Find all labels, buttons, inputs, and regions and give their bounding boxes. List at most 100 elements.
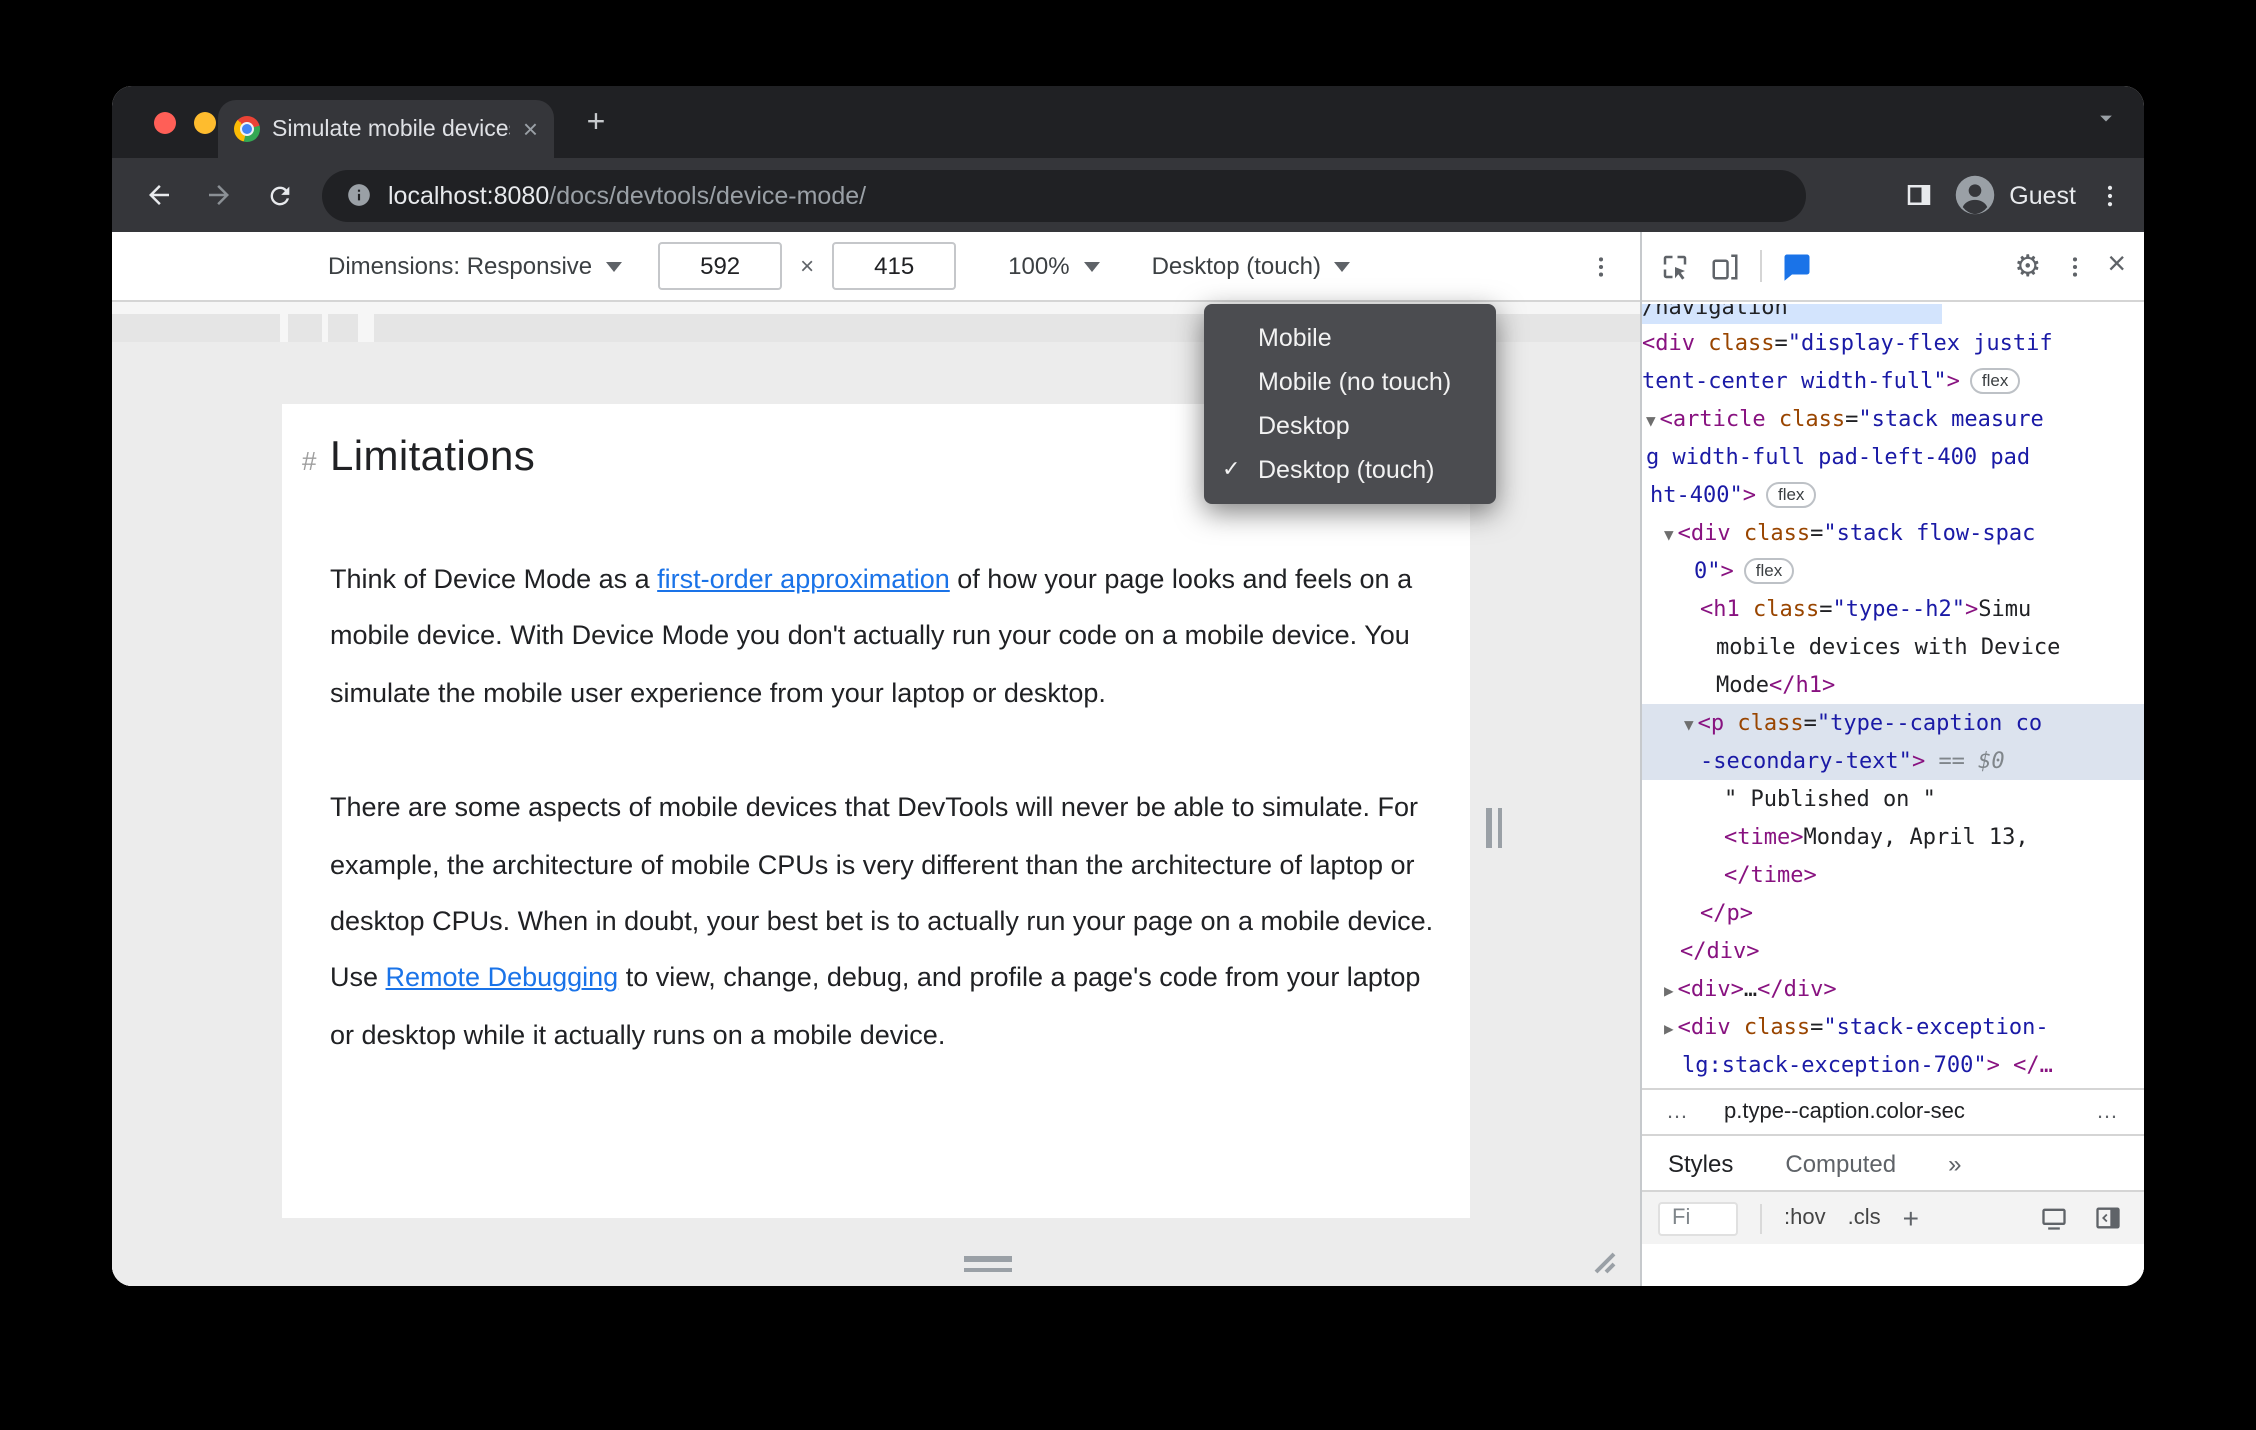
viewport-resize-handle-right[interactable] [1486,808,1502,848]
element-classes-button[interactable]: .cls [1848,1206,1881,1230]
minimize-window-button[interactable] [194,112,216,134]
height-input[interactable] [832,242,957,290]
dom-tree-line[interactable]: <time>Monday, April 13, [1642,818,2144,856]
console-messages-icon[interactable] [1782,251,1812,281]
device-toolbar-toggle-icon[interactable] [1710,251,1740,281]
sidebar-tabs: Styles Computed » [1642,1134,2144,1190]
more-tabs-icon[interactable]: » [1948,1149,1961,1177]
menu-item-mobile-no-touch-[interactable]: Mobile (no touch) [1204,360,1496,404]
dom-tree-line[interactable]: </time> [1642,856,2144,894]
devtools-pane: ⚙ × /navigation <div class="display-flex … [1640,232,2144,1286]
reload-icon[interactable] [252,168,306,222]
code-token: = [1810,520,1824,546]
dimensions-dropdown[interactable]: Dimensions: Responsive [328,252,623,280]
dom-tree-line[interactable]: " Published on " [1642,780,2144,818]
viewport-resize-handle-bottom[interactable] [964,1256,1012,1272]
inspect-element-icon[interactable] [1660,251,1690,281]
breadcrumb-overflow-left[interactable]: … [1666,1100,1690,1124]
avatar-icon [1953,174,1995,216]
menu-item-label: Mobile (no touch) [1258,368,1452,396]
dom-tree-line[interactable]: ▶ <div class="stack-exception- [1642,1008,2144,1046]
devtools-close-icon[interactable]: × [2107,249,2126,282]
dom-tree-line[interactable]: </p> [1642,894,2144,932]
device-type-dropdown[interactable]: Desktop (touch) [1152,252,1351,280]
remote-debugging-link[interactable]: Remote Debugging [386,963,619,993]
dom-tree-line[interactable]: /navigation [1642,304,1942,324]
code-token: ▶ [1664,1020,1674,1038]
browser-menu-icon[interactable] [2096,181,2124,209]
dom-tree-line[interactable]: <div class="display-flex justif [1642,324,2144,362]
code-token: = [1774,330,1788,356]
code-token: "type--h2" [1832,596,1965,622]
device-type-menu: Mobile Mobile (no touch) Desktop ✓ Desktop (… [1204,304,1496,504]
menu-item-desktop-touch-[interactable]: ✓ Desktop (touch) [1204,448,1496,492]
dom-tree-line[interactable]: Mode</h1> [1642,666,2144,704]
code-token: " Published on " [1724,786,1936,812]
side-panel-icon[interactable] [1903,180,1933,210]
code-token: mobile devices with Device [1716,634,2061,660]
viewport-resize-handle-corner[interactable] [1584,1242,1616,1274]
menu-item-label: Desktop (touch) [1258,456,1435,484]
code-token: … [1743,976,1758,1002]
profile-button[interactable]: Guest [1953,174,2076,216]
dom-tree-line[interactable]: </div> [1642,932,2144,970]
back-icon[interactable] [132,168,186,222]
dom-tree-line[interactable]: ▼ <p class="type--caption co [1642,704,2144,742]
devtools-toolbar: ⚙ × [1642,232,2144,302]
breadcrumb-overflow-right[interactable]: … [2096,1100,2120,1124]
width-input[interactable] [658,242,783,290]
tab-styles[interactable]: Styles [1668,1149,1733,1177]
menu-item-desktop[interactable]: Desktop [1204,404,1496,448]
devtools-empty-space [1642,1244,2144,1286]
dom-tree-line[interactable]: g width-full pad-left-400 pad [1642,438,2144,476]
first-order-approximation-link[interactable]: first-order approximation [657,564,950,594]
computed-sidebar-toggle-icon[interactable] [2094,1204,2122,1232]
browser-tab[interactable]: Simulate mobile devices with D × [218,100,554,158]
code-token: -secondary-text" [1700,748,1912,774]
rendering-emulations-icon[interactable] [2040,1204,2068,1232]
dom-tree-line[interactable]: ▼ <div class="stack flow-spac [1642,514,2144,552]
dom-tree-line[interactable]: tent-center width-full"> flex [1642,362,2144,400]
dom-tree-line[interactable]: ▼ <article class="stack measure [1642,400,2144,438]
code-token: </time> [1724,862,1817,888]
dom-tree-line[interactable]: mobile devices with Device [1642,628,2144,666]
code-token: /navigation [1642,304,1788,320]
code-token: > [1911,748,1926,774]
tab-close-icon[interactable]: × [523,116,538,142]
menu-item-label: Mobile [1258,324,1332,352]
styles-filter-input[interactable]: Fi [1658,1201,1738,1235]
url-bar[interactable]: localhost:8080/docs/devtools/device-mode… [322,169,1806,221]
new-tab-button[interactable]: + [574,104,618,148]
code-token: == $0 [1938,748,2005,774]
settings-gear-icon[interactable]: ⚙ [2014,250,2041,281]
dom-tree-line[interactable]: <h1 class="type--h2">Simu [1642,590,2144,628]
site-info-icon[interactable] [346,182,372,208]
device-type-value: Desktop (touch) [1151,252,1321,280]
tab-computed[interactable]: Computed [1785,1149,1896,1177]
breadcrumb[interactable]: p.type--caption.color-sec [1724,1100,1965,1124]
heading-anchor-hash[interactable]: # [302,446,317,476]
code-token: <article [1659,406,1766,432]
zoom-dropdown[interactable]: 100% [1008,252,1100,280]
code-token: ▼ [1684,716,1694,734]
paragraph-1-text: Think of Device Mode as a [330,564,658,594]
devtools-menu-icon[interactable] [2061,253,2087,279]
address-bar-actions: Guest [1903,174,2124,216]
dom-tree-line[interactable]: -secondary-text"> == $0 [1642,742,2144,780]
close-window-button[interactable] [154,112,176,134]
tab-search-chevron-icon[interactable] [2092,104,2120,132]
code-token: > [1986,1052,2000,1078]
dom-tree-line[interactable]: lg:stack-exception-700"> </… [1642,1046,2144,1084]
menu-item-mobile[interactable]: Mobile [1204,316,1496,360]
device-toolbar-menu-icon[interactable] [1588,253,1614,279]
dom-tree-line[interactable]: ▶ <div>…</div> [1642,970,2144,1008]
dom-tree-line[interactable]: 0"> flex [1642,552,2144,590]
dom-tree-line[interactable]: ht-400"> flex [1642,476,2144,514]
dimensions-times: × [800,252,815,280]
forward-icon[interactable] [192,168,246,222]
new-style-rule-button[interactable]: + [1903,1202,1919,1234]
toggle-element-state-button[interactable]: :hov [1784,1206,1826,1230]
code-token: </… [2013,1052,2053,1078]
code-token: <div> [1677,976,1744,1002]
